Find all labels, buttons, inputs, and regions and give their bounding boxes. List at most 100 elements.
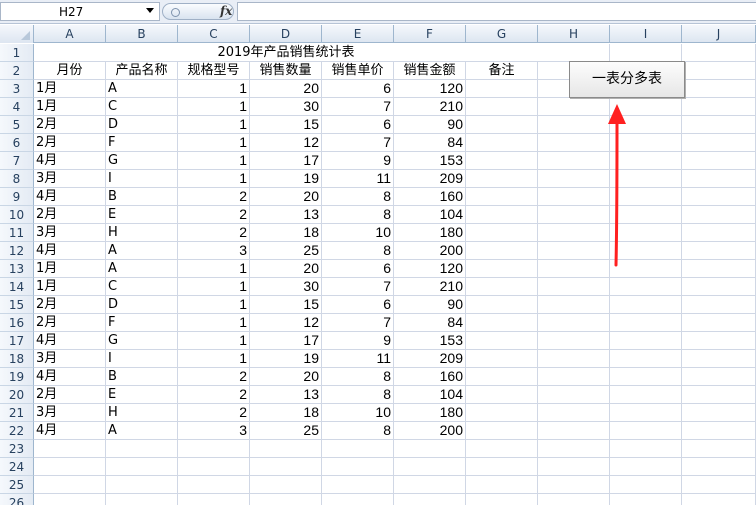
cell[interactable]: H — [106, 404, 178, 422]
cell[interactable] — [466, 458, 538, 476]
cell[interactable]: 209 — [394, 350, 466, 368]
cell[interactable]: 2 — [178, 368, 250, 386]
cell[interactable] — [682, 296, 756, 314]
row-header[interactable]: 20 — [0, 386, 34, 404]
cell[interactable] — [538, 458, 610, 476]
cell[interactable]: 15 — [250, 296, 322, 314]
cell[interactable] — [610, 314, 682, 332]
cell[interactable] — [178, 440, 250, 458]
cell[interactable] — [682, 278, 756, 296]
cell[interactable] — [178, 476, 250, 494]
cell[interactable] — [538, 422, 610, 440]
cell[interactable] — [34, 494, 106, 505]
cell[interactable] — [466, 224, 538, 242]
cell[interactable]: 210 — [394, 98, 466, 116]
cell[interactable] — [466, 386, 538, 404]
cell[interactable] — [466, 350, 538, 368]
cell[interactable]: 1 — [178, 80, 250, 98]
cell[interactable]: 1 — [178, 152, 250, 170]
cell[interactable] — [682, 80, 756, 98]
cell[interactable] — [682, 494, 756, 505]
cell[interactable] — [538, 368, 610, 386]
cell[interactable]: B — [106, 368, 178, 386]
row-header[interactable]: 1 — [0, 44, 34, 62]
cell[interactable] — [538, 314, 610, 332]
cell[interactable]: 120 — [394, 260, 466, 278]
cell[interactable] — [466, 368, 538, 386]
cell[interactable]: 1 — [178, 350, 250, 368]
cell[interactable]: 1 — [178, 260, 250, 278]
cell[interactable]: 20 — [250, 260, 322, 278]
cell[interactable] — [682, 404, 756, 422]
cell[interactable]: 7 — [322, 278, 394, 296]
cell[interactable]: 20 — [250, 368, 322, 386]
cell[interactable] — [394, 458, 466, 476]
cell[interactable] — [610, 422, 682, 440]
cell[interactable]: 2 — [178, 386, 250, 404]
split-table-button[interactable]: 一表分多表 — [569, 61, 685, 98]
cell[interactable] — [106, 458, 178, 476]
column-header[interactable]: J — [682, 25, 756, 43]
header-cell[interactable]: 产品名称 — [106, 62, 178, 80]
cell[interactable] — [538, 386, 610, 404]
column-header[interactable]: E — [322, 25, 394, 43]
row-header[interactable]: 25 — [0, 476, 34, 494]
cell[interactable] — [394, 440, 466, 458]
cell[interactable] — [682, 170, 756, 188]
row-header[interactable]: 11 — [0, 224, 34, 242]
column-header[interactable]: D — [250, 25, 322, 43]
cell[interactable]: 2月 — [34, 206, 106, 224]
cell[interactable]: 13 — [250, 386, 322, 404]
cell[interactable]: 104 — [394, 206, 466, 224]
cell[interactable]: 25 — [250, 242, 322, 260]
cell[interactable] — [322, 476, 394, 494]
cell[interactable]: 25 — [250, 422, 322, 440]
cell[interactable] — [538, 404, 610, 422]
header-cell[interactable]: 备注 — [466, 62, 538, 80]
cell[interactable] — [466, 188, 538, 206]
cell[interactable]: 2月 — [34, 314, 106, 332]
cell[interactable] — [610, 476, 682, 494]
cell[interactable] — [682, 458, 756, 476]
chevron-down-icon[interactable] — [146, 8, 154, 13]
cell[interactable] — [610, 44, 682, 62]
cell[interactable] — [682, 44, 756, 62]
cell[interactable] — [538, 332, 610, 350]
formula-input[interactable] — [237, 2, 756, 21]
cell[interactable] — [250, 476, 322, 494]
cell[interactable] — [682, 116, 756, 134]
cell[interactable]: F — [106, 314, 178, 332]
cell[interactable]: 160 — [394, 188, 466, 206]
row-header[interactable]: 9 — [0, 188, 34, 206]
cell[interactable] — [538, 350, 610, 368]
cell[interactable] — [682, 134, 756, 152]
cell[interactable]: 1 — [178, 278, 250, 296]
cell[interactable]: A — [106, 242, 178, 260]
row-header[interactable]: 12 — [0, 242, 34, 260]
cell[interactable]: 18 — [250, 404, 322, 422]
cell[interactable]: 3 — [178, 422, 250, 440]
cell[interactable] — [610, 494, 682, 505]
column-header[interactable]: G — [466, 25, 538, 43]
cell[interactable] — [682, 206, 756, 224]
row-header[interactable]: 10 — [0, 206, 34, 224]
cell[interactable]: I — [106, 170, 178, 188]
cell[interactable]: 8 — [322, 206, 394, 224]
cell[interactable] — [538, 278, 610, 296]
cell[interactable] — [394, 494, 466, 505]
cell[interactable] — [178, 458, 250, 476]
cell[interactable]: 3月 — [34, 170, 106, 188]
cell[interactable] — [682, 386, 756, 404]
cell[interactable] — [610, 278, 682, 296]
cell[interactable] — [250, 440, 322, 458]
cell[interactable]: 10 — [322, 404, 394, 422]
cell[interactable]: 6 — [322, 80, 394, 98]
cell[interactable]: 2月 — [34, 134, 106, 152]
cell[interactable] — [106, 440, 178, 458]
cell[interactable] — [466, 422, 538, 440]
cell[interactable] — [610, 440, 682, 458]
cell[interactable] — [682, 188, 756, 206]
cell[interactable]: 2 — [178, 188, 250, 206]
row-header[interactable]: 5 — [0, 116, 34, 134]
cell[interactable]: G — [106, 152, 178, 170]
